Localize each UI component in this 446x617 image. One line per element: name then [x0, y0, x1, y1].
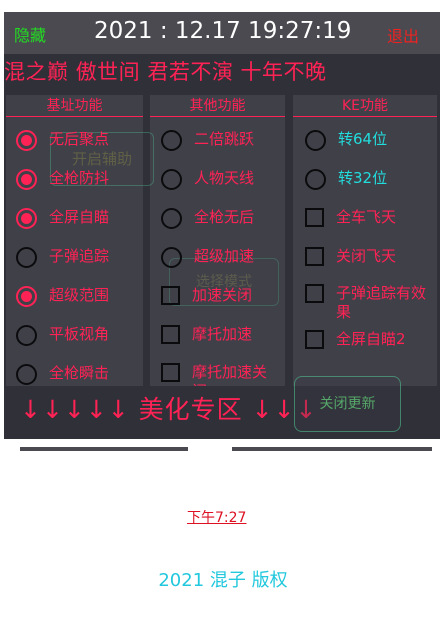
column-title: KE功能 [293, 95, 437, 117]
option-item[interactable]: 超级加速 [161, 247, 281, 268]
column-title: 其他功能 [150, 95, 285, 117]
option-item[interactable]: 关闭飞天 [305, 247, 440, 266]
option-item[interactable]: 全车飞天 [305, 208, 440, 227]
option-label: 转32位 [338, 169, 388, 187]
option-label: 全枪防抖 [49, 169, 110, 187]
option-label: 超级范围 [49, 286, 110, 304]
checkbox[interactable] [161, 363, 180, 382]
option-item[interactable]: 子弹追踪有效果 [305, 284, 440, 322]
tab-bar-left [20, 447, 188, 451]
radio-button[interactable] [305, 130, 326, 151]
option-label: 全屏自瞄2 [336, 330, 406, 348]
option-label: 人物天线 [194, 169, 255, 187]
clock-display: 2021 : 12.17 19:27:19 [94, 18, 352, 44]
radio-button[interactable] [16, 286, 37, 307]
radio-button[interactable] [16, 364, 37, 385]
radio-button[interactable] [161, 130, 182, 151]
option-label: 平板视角 [49, 325, 110, 343]
option-item[interactable]: 全屏自瞄2 [305, 330, 440, 349]
option-item[interactable]: 全枪无后 [161, 208, 281, 229]
option-label: 子弹追踪 [49, 247, 110, 265]
checkbox[interactable] [305, 330, 324, 349]
option-item[interactable]: 摩托加速关闭 [161, 363, 281, 386]
radio-button[interactable] [161, 208, 182, 229]
checkbox[interactable] [305, 284, 324, 303]
option-label: 子弹追踪有效果 [336, 284, 427, 321]
option-label: 无后聚点 [49, 130, 110, 148]
option-label: 全车飞天 [336, 208, 397, 226]
radio-button[interactable] [305, 169, 326, 190]
option-item[interactable]: 无后聚点 [16, 130, 141, 151]
column-title: 基址功能 [6, 95, 143, 117]
checkbox[interactable] [161, 286, 180, 305]
time-link[interactable]: 下午7:27 [187, 507, 246, 527]
option-item[interactable]: 转64位 [305, 130, 440, 151]
option-label: 全枪瞬击 [49, 364, 110, 382]
option-item[interactable]: 超级范围 [16, 286, 141, 307]
option-item[interactable]: 摩托加速 [161, 325, 281, 344]
radio-button[interactable] [16, 208, 37, 229]
option-label: 全枪无后 [194, 208, 255, 226]
copyright-text: 2021 混子 版权 [158, 570, 288, 591]
option-label: 摩托加速 [192, 325, 253, 343]
cheat-menu-panel: 隐藏 2021 : 12.17 19:27:19 退出 混之巅 傲世间 君若不演… [4, 12, 440, 451]
option-label: 加速关闭 [192, 286, 253, 304]
option-item[interactable]: 全屏自瞄 [16, 208, 141, 229]
checkbox[interactable] [161, 325, 180, 344]
radio-button[interactable] [16, 169, 37, 190]
exit-button[interactable]: 退出 [387, 23, 419, 47]
radio-button[interactable] [16, 325, 37, 346]
tab-bar-right [232, 447, 432, 451]
radio-button[interactable] [16, 130, 37, 151]
option-item[interactable]: 子弹追踪 [16, 247, 141, 268]
slogan-banner: 混之巅 傲世间 君若不演 十年不晚 [4, 60, 327, 84]
option-item[interactable]: 二倍跳跃 [161, 130, 281, 151]
option-label: 全屏自瞄 [49, 208, 110, 226]
option-item[interactable]: 全枪防抖 [16, 169, 141, 190]
radio-button[interactable] [161, 247, 182, 268]
radio-button[interactable] [161, 169, 182, 190]
hide-button[interactable]: 隐藏 [14, 22, 46, 46]
option-item[interactable]: 平板视角 [16, 325, 141, 346]
top-bar: 隐藏 2021 : 12.17 19:27:19 退出 [4, 12, 440, 54]
option-item[interactable]: 加速关闭 [161, 286, 281, 305]
checkbox[interactable] [305, 247, 324, 266]
option-label: 摩托加速关闭 [192, 363, 268, 386]
close-update-button[interactable]: 关闭更新 [294, 376, 401, 432]
option-item[interactable]: 全枪瞬击 [16, 364, 141, 385]
checkbox[interactable] [305, 208, 324, 227]
option-item[interactable]: 人物天线 [161, 169, 281, 190]
option-label: 二倍跳跃 [194, 130, 255, 148]
option-item[interactable]: 转32位 [305, 169, 440, 190]
option-label: 超级加速 [194, 247, 255, 265]
radio-button[interactable] [16, 247, 37, 268]
beauty-zone-heading: ↓↓↓↓↓ 美化专区 ↓↓↓ [20, 395, 318, 424]
option-label: 关闭飞天 [336, 247, 397, 265]
option-label: 转64位 [338, 130, 388, 148]
